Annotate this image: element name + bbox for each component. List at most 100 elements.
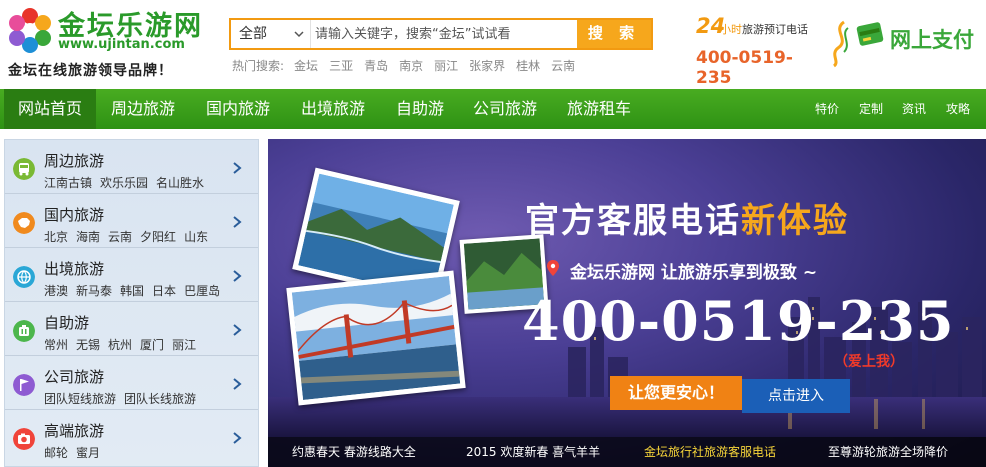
hot-term[interactable]: 张家界 xyxy=(469,59,505,73)
sidebar-sub-link[interactable]: 江南古镇 xyxy=(44,176,92,190)
hero-banner[interactable]: 官方客服电话新体验 金坛乐游网 让旅游乐享到极致 ~ 400-0519-235 … xyxy=(268,139,986,467)
hot-term[interactable]: 金坛 xyxy=(294,59,318,73)
sidebar-sub-link[interactable]: 欢乐乐园 xyxy=(100,176,148,190)
sidebar-sub-link[interactable]: 巴厘岛 xyxy=(184,284,220,298)
sidebar-sub-link[interactable]: 厦门 xyxy=(140,338,164,352)
sidebar-item-outbound[interactable]: 出境旅游 港澳 新马泰 韩国 日本 巴厘岛 xyxy=(5,248,258,302)
sidebar-sub-link[interactable]: 名山胜水 xyxy=(156,176,204,190)
search-category-select[interactable]: 全部 xyxy=(231,20,311,48)
banner-reassure-badge: 让您更安心！ xyxy=(610,376,742,410)
nav-item-nearby[interactable]: 周边旅游 xyxy=(111,89,175,129)
flag-icon xyxy=(13,374,35,396)
sidebar-sub-link[interactable]: 北京 xyxy=(44,230,68,244)
sidebar-sub-link[interactable]: 日本 xyxy=(152,284,176,298)
banner-enter-button[interactable]: 点击进入 xyxy=(742,379,850,413)
nav-sub-news[interactable]: 资讯 xyxy=(902,89,926,129)
site-logo[interactable]: 金坛乐游网 www.ujintan.com 金坛在线旅游领导品牌！ xyxy=(6,4,206,84)
sidebar-item-luxury[interactable]: 高端旅游 邮轮 蜜月 xyxy=(5,410,258,464)
main-nav: 网站首页 周边旅游 国内旅游 出境旅游 自助游 公司旅游 旅游租车 特价 定制 … xyxy=(0,89,986,129)
banner-tagline: 金坛乐游网 让旅游乐享到极致 ~ xyxy=(570,263,818,283)
hot-search-label: 热门搜索: xyxy=(232,59,285,73)
sidebar-item-domestic[interactable]: 国内旅游 北京 海南 云南 夕阳红 山东 xyxy=(5,194,258,248)
hotline-label: 旅游预订电话 xyxy=(742,23,808,36)
hot-term[interactable]: 南京 xyxy=(399,59,423,73)
banner-slide-tab[interactable]: 至尊游轮旅游全场降价 xyxy=(828,437,948,467)
sidebar-sub-link[interactable]: 云南 xyxy=(108,230,132,244)
nav-sub-deals[interactable]: 特价 xyxy=(815,89,839,129)
sidebar-sub-link[interactable]: 杭州 xyxy=(108,338,132,352)
chevron-right-icon xyxy=(233,270,242,282)
sidebar-sub-link[interactable]: 团队长线旅游 xyxy=(124,392,196,406)
logo-flower-icon xyxy=(9,8,51,53)
sidebar-sub-link[interactable]: 韩国 xyxy=(120,284,144,298)
sidebar-item-title: 公司旅游 xyxy=(44,368,105,386)
logo-url: www.ujintan.com xyxy=(58,37,185,52)
chevron-down-icon xyxy=(294,31,304,38)
hot-searches: 热门搜索: 金坛 三亚 青岛 南京 丽江 张家界 桂林 云南 xyxy=(232,57,586,74)
banner-headline-main: 官方客服电话 xyxy=(525,201,741,241)
nav-item-self-guided[interactable]: 自助游 xyxy=(396,89,444,129)
sidebar-item-company[interactable]: 公司旅游 团队短线旅游 团队长线旅游 xyxy=(5,356,258,410)
sidebar-item-title: 周边旅游 xyxy=(44,152,105,170)
nav-item-domestic[interactable]: 国内旅游 xyxy=(206,89,270,129)
hot-term[interactable]: 丽江 xyxy=(434,59,458,73)
online-payment-label: 网上支付 xyxy=(890,28,974,52)
sidebar-item-title: 出境旅游 xyxy=(44,260,105,278)
search-input[interactable] xyxy=(315,22,573,46)
banner-phone-number: 400-0519-235 xyxy=(522,289,955,353)
category-sidebar: 周边旅游 江南古镇 欢乐乐园 名山胜水 国内旅游 北京 海南 云南 夕阳红 山东 出境旅游 … xyxy=(4,139,259,467)
sidebar-sub-link[interactable]: 蜜月 xyxy=(76,446,100,460)
search-bar: 全部 搜 索 xyxy=(229,18,653,50)
hotline-number[interactable]: 400-0519-235 xyxy=(696,48,824,88)
online-payment[interactable]: 网上支付 xyxy=(826,14,976,68)
chevron-right-icon xyxy=(233,378,242,390)
sidebar-item-title: 国内旅游 xyxy=(44,206,105,224)
banner-slide-tab-active[interactable]: 金坛旅行社旅游客服电话 xyxy=(644,437,776,467)
sidebar-sub-link[interactable]: 丽江 xyxy=(172,338,196,352)
search-button[interactable]: 搜 索 xyxy=(577,20,651,48)
banner-headline: 官方客服电话新体验 xyxy=(525,193,849,242)
luggage-icon xyxy=(13,320,35,342)
sidebar-sub-link[interactable]: 无锡 xyxy=(76,338,100,352)
camera-icon xyxy=(13,428,35,450)
nav-item-home[interactable]: 网站首页 xyxy=(4,89,96,129)
nav-item-outbound[interactable]: 出境旅游 xyxy=(301,89,365,129)
banner-slide-tabs: 约惠春天 春游线路大全 2015 欢度新春 喜气羊羊 金坛旅行社旅游客服电话 至… xyxy=(268,437,986,467)
hot-term[interactable]: 云南 xyxy=(551,59,575,73)
sidebar-item-title: 自助游 xyxy=(44,314,90,332)
sidebar-sub-link[interactable]: 邮轮 xyxy=(44,446,68,460)
location-pin-icon xyxy=(547,260,559,276)
chevron-right-icon xyxy=(233,162,242,174)
nav-item-company[interactable]: 公司旅游 xyxy=(473,89,537,129)
hotline-hours: 小时 xyxy=(720,23,742,36)
sidebar-item-self-guided[interactable]: 自助游 常州 无锡 杭州 厦门 丽江 xyxy=(5,302,258,356)
china-map-icon xyxy=(13,212,35,234)
nav-item-car-rental[interactable]: 旅游租车 xyxy=(567,89,631,129)
nav-sub-custom[interactable]: 定制 xyxy=(859,89,883,129)
credit-card-icon xyxy=(856,22,884,46)
banner-headline-highlight: 新体验 xyxy=(741,201,849,241)
hot-term[interactable]: 青岛 xyxy=(364,59,388,73)
sidebar-sub-link[interactable]: 山东 xyxy=(184,230,208,244)
chevron-right-icon xyxy=(233,432,242,444)
banner-slide-tab[interactable]: 约惠春天 春游线路大全 xyxy=(292,437,416,467)
hot-term[interactable]: 三亚 xyxy=(329,59,353,73)
sidebar-sub-link[interactable]: 港澳 xyxy=(44,284,68,298)
hot-term[interactable]: 桂林 xyxy=(516,59,540,73)
sidebar-item-subs: 港澳 新马泰 韩国 日本 巴厘岛 xyxy=(44,282,228,299)
sidebar-sub-link[interactable]: 海南 xyxy=(76,230,100,244)
banner-slide-tab[interactable]: 2015 欢度新春 喜气羊羊 xyxy=(466,437,600,467)
sidebar-sub-link[interactable]: 新马泰 xyxy=(76,284,112,298)
sidebar-sub-link[interactable]: 常州 xyxy=(44,338,68,352)
sidebar-item-subs: 北京 海南 云南 夕阳红 山东 xyxy=(44,228,216,245)
hotline-text: 小时旅游预订电话 xyxy=(720,21,808,37)
sidebar-item-nearby[interactable]: 周边旅游 江南古镇 欢乐乐园 名山胜水 xyxy=(5,140,258,194)
site-header: 金坛乐游网 www.ujintan.com 金坛在线旅游领导品牌！ 全部 搜 索… xyxy=(0,0,986,89)
search-category-value: 全部 xyxy=(239,26,267,42)
sidebar-sub-link[interactable]: 团队短线旅游 xyxy=(44,392,116,406)
booking-hotline: 24 小时旅游预订电话 400-0519-235 xyxy=(694,14,824,88)
sidebar-item-subs: 邮轮 蜜月 xyxy=(44,444,108,461)
sidebar-sub-link[interactable]: 夕阳红 xyxy=(140,230,176,244)
nav-sub-guides[interactable]: 攻略 xyxy=(946,89,970,129)
photo-bridge-scene xyxy=(286,270,466,406)
